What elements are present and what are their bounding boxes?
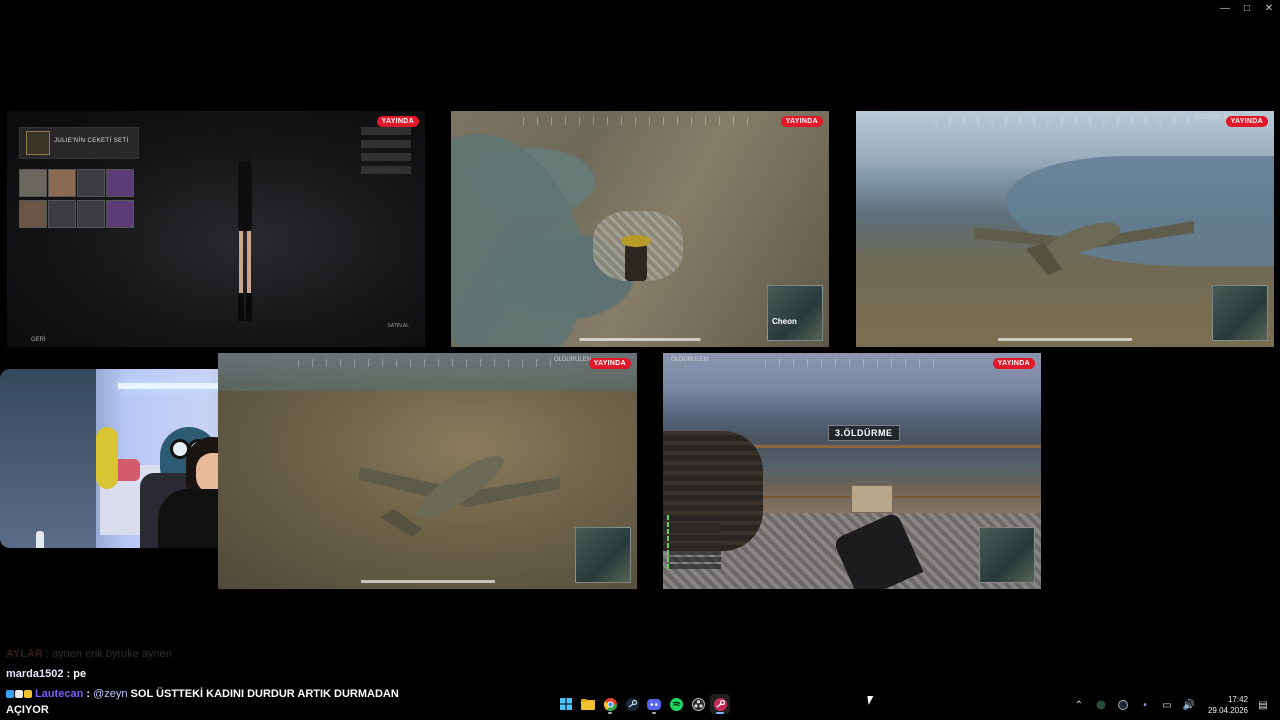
item-slot [77,200,105,228]
system-tray: ⌃ • ▭ 🔊 17:42 29.04.2026 ▤ [1072,694,1270,716]
kill-banner: 3.ÖLDÜRME [828,425,900,441]
taskbar: ⌃ • ▭ 🔊 17:42 29.04.2026 ▤ [0,690,1280,720]
stream-tile-1[interactable]: JULIE'NİN CEKETİ SETİ GERİ SATIN AL YAYI… [7,111,425,347]
character-model [238,144,252,321]
compass-bar [297,359,558,367]
item-slot [19,200,47,228]
chat-message: marda1502 : pe [6,668,87,680]
purchase-label: SATIN AL [387,323,409,329]
live-badge: YAYINDA [992,358,1035,369]
crate [851,485,893,513]
plush-toy [96,427,118,489]
steam-icon[interactable] [622,694,642,714]
status-text: ÖLDÜRÜLEN [671,357,709,363]
volume-icon[interactable]: 🔊 [1182,698,1196,712]
set-title: JULIE'NİN CEKETİ SETİ [54,138,129,144]
chrome-icon[interactable] [600,694,620,714]
minimap: Cheon [767,285,823,341]
clock-date: 29.04.2026 [1207,706,1248,715]
stream-tile-2[interactable]: Cheon YAYINDA [451,111,829,347]
chevron-up-icon[interactable]: ⌃ [1072,698,1086,712]
stream-tile-3[interactable]: ÖLDÜRÜLEN YAYINDA [856,111,1274,347]
health-bar [360,580,495,583]
mic-icon[interactable]: • [1138,698,1152,712]
plane [974,221,1194,275]
back-button[interactable]: GERİ [31,337,46,343]
mouse-cursor [867,696,875,705]
skin-set-card: JULIE'NİN CEKETİ SETİ [19,127,139,159]
minimap [1212,285,1268,341]
discord-icon[interactable] [644,694,664,714]
steam-active-icon[interactable] [710,694,730,714]
chat-username[interactable]: marda1502 [6,668,64,680]
chat-username[interactable]: AYLAR [6,648,43,660]
item-slot [48,200,76,228]
health-bar [579,338,701,341]
minimize-icon[interactable]: — [1214,0,1236,16]
spotify-icon[interactable] [666,694,686,714]
compass-bar [522,117,758,125]
railing [751,445,1041,498]
clock-time: 17:42 [1227,695,1248,704]
river [451,111,614,347]
chat-text: aynen erik byruke aynen [52,648,172,660]
live-badge: YAYINDA [780,116,823,127]
compass-bar [765,359,939,367]
steam-tray-icon[interactable] [1116,698,1130,712]
kill-feed [667,515,721,581]
display-icon[interactable]: ▭ [1160,698,1174,712]
item-slot [48,169,76,197]
maximize-icon[interactable]: □ [1236,0,1258,16]
windows-icon[interactable] [556,694,576,714]
close-icon[interactable]: ✕ [1258,0,1280,16]
minimap [575,527,631,583]
item-slot [106,169,134,197]
chat-text: pe [73,668,87,680]
clock[interactable]: 17:42 29.04.2026 [1208,694,1248,716]
file-explorer-icon[interactable] [578,694,598,714]
item-grid [19,169,134,228]
obs-icon[interactable] [688,694,708,714]
tray-app-icon[interactable] [1094,698,1108,712]
right-panel [361,127,411,187]
set-icon [26,131,50,155]
taskbar-apps [556,694,730,714]
health-bar [998,338,1132,341]
item-slot [19,169,47,197]
window-controls: — □ ✕ [1214,0,1280,16]
chat-message-faded: AYLAR : aynen erik byruke aynen [6,648,172,660]
live-badge: YAYINDA [376,116,419,127]
status-text: ÖLDÜRÜLEN [553,357,591,363]
item-slot [106,200,134,228]
minimap [979,527,1035,583]
stream-tile-5[interactable]: 3.ÖLDÜRME ÖLDÜRÜLEN YAYINDA [663,353,1041,589]
stream-tile-4[interactable]: ÖLDÜRÜLEN YAYINDA [218,353,637,589]
live-badge: YAYINDA [588,358,631,369]
plane [358,455,560,537]
notification-icon[interactable]: ▤ [1256,698,1270,712]
minimap-label: Cheon [772,317,797,326]
compass-bar [935,117,1195,125]
live-badge: YAYINDA [1225,116,1268,127]
item-slot [77,169,105,197]
parachute-player [621,235,651,281]
